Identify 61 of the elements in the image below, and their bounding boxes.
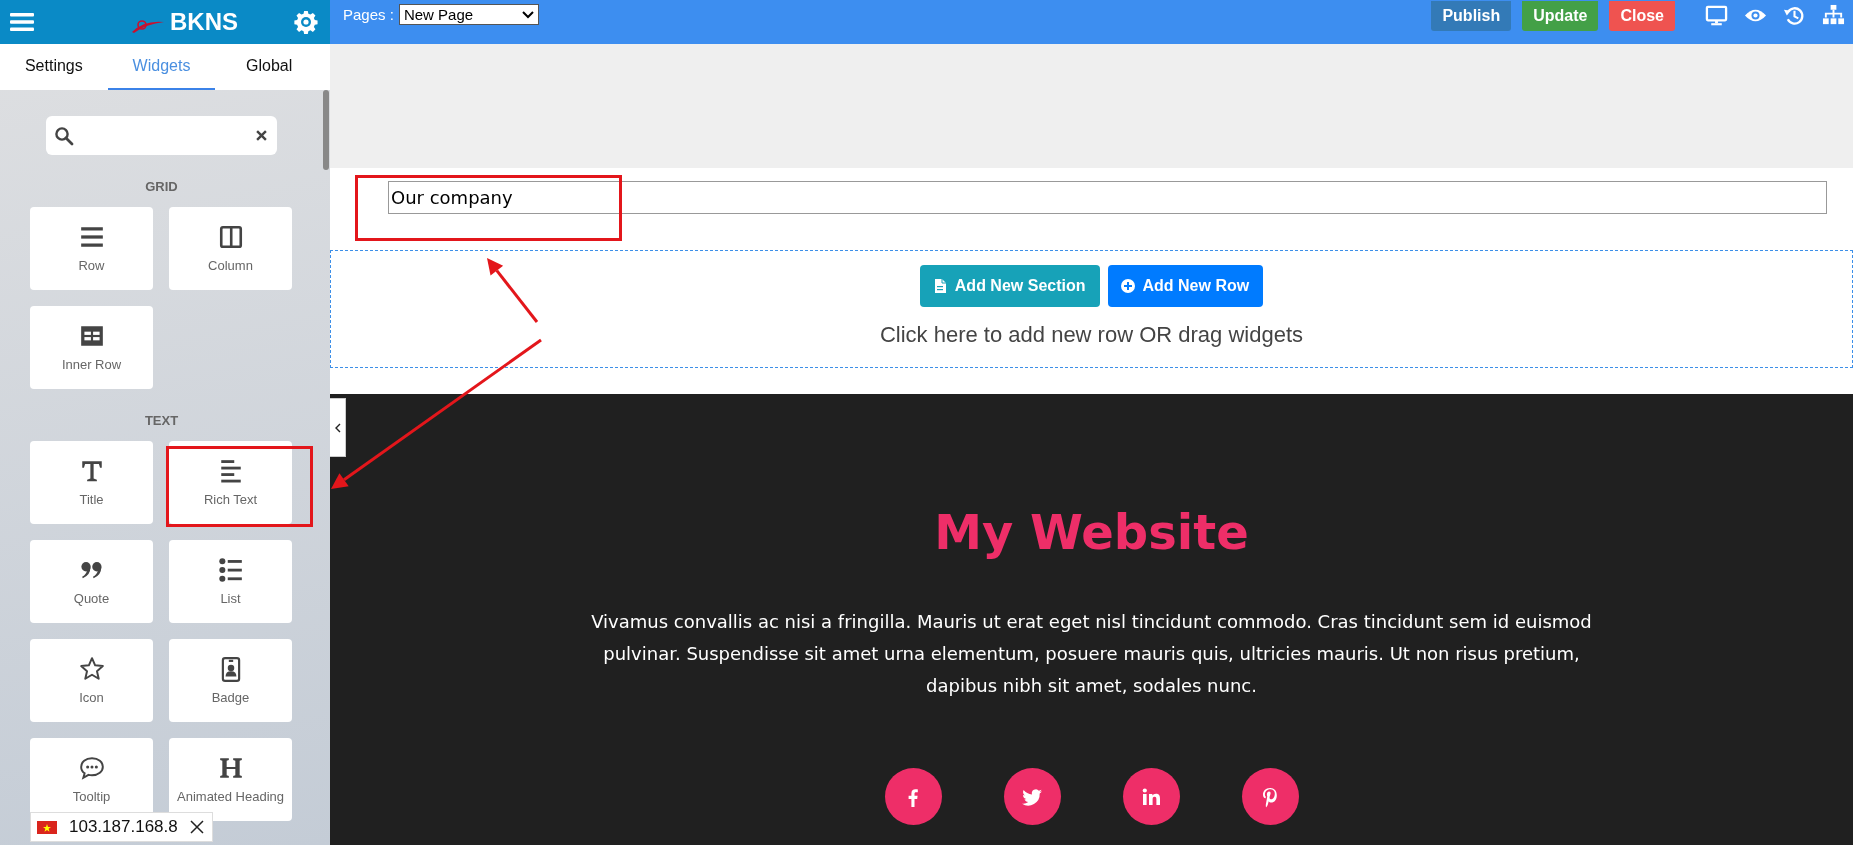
widget-card[interactable]: Rich Text <box>169 441 292 524</box>
pages-label: Pages : <box>343 6 394 23</box>
widget-label: Rich Text <box>203 492 258 507</box>
widget-label: Tooltip <box>72 789 111 804</box>
collapse-handle[interactable] <box>330 398 346 457</box>
widget-card[interactable]: Row <box>30 207 153 290</box>
clear-icon[interactable] <box>256 130 267 141</box>
desktop-icon[interactable] <box>1705 4 1728 27</box>
widget-label: Badge <box>211 690 250 705</box>
column-icon <box>217 224 244 250</box>
publish-button[interactable]: Publish <box>1431 0 1512 31</box>
drop-zone[interactable]: Add New Section Add New Row Click here to add new row OR drag widgets <box>330 250 1853 368</box>
close-button[interactable]: Close <box>1609 0 1675 31</box>
plus-icon <box>1119 278 1136 294</box>
animated-heading-icon <box>217 755 244 781</box>
update-button[interactable]: Update <box>1522 0 1599 31</box>
sitemap-icon[interactable] <box>1822 4 1845 27</box>
widget-card[interactable]: Animated Heading <box>169 738 292 821</box>
flag-icon <box>37 820 57 834</box>
widget-card[interactable]: List <box>169 540 292 623</box>
add-row-button[interactable]: Add New Row <box>1107 265 1264 307</box>
widget-card[interactable]: Title <box>30 441 153 524</box>
social-link[interactable] <box>884 768 942 825</box>
widget-card[interactable]: Quote <box>30 540 153 623</box>
title-field[interactable]: Our company <box>388 181 1827 214</box>
social-link[interactable] <box>1003 768 1061 825</box>
arrow <box>487 258 539 323</box>
widget-label: Column <box>208 258 253 273</box>
drop-hint: Click here to add new row OR drag widgets <box>879 322 1304 348</box>
section-heading: TEXT <box>143 413 180 428</box>
social-link[interactable] <box>1241 768 1299 825</box>
caret-icon <box>521 10 534 19</box>
inner-row-icon <box>78 323 105 349</box>
widget-label: Title <box>79 492 104 507</box>
widget-label: Icon <box>79 690 104 705</box>
section-heading: GRID <box>144 179 179 194</box>
close-icon[interactable] <box>189 820 204 834</box>
widget-label: List <box>220 591 241 606</box>
widget-label: Inner Row <box>61 357 122 372</box>
widget-card[interactable]: Badge <box>169 639 292 722</box>
scrollbar[interactable] <box>323 90 329 170</box>
chevron-icon <box>334 422 341 433</box>
list-icon <box>217 557 244 583</box>
page-select[interactable]: New Page <box>398 4 539 25</box>
row-icon <box>78 224 105 250</box>
social-link[interactable] <box>1122 768 1180 825</box>
widget-card[interactable]: Column <box>169 207 292 290</box>
widget-label: Row <box>78 258 105 273</box>
settings-icon[interactable] <box>294 10 318 34</box>
widget-label: Quote <box>73 591 110 606</box>
footer-text: Vivamus convallis ac nisi a fringilla. Mauris ut erat eget nisl tincidunt commodo. Cras tincidunt sem id euismod pulvinar. Suspendisse sit amet urna elementum, posuere mauris quis, ultricies mauris. Ut non risus pretium, dapibus nibh sit amet, sodales nunc. <box>590 610 1593 698</box>
search-field[interactable] <box>46 116 277 155</box>
widget-label: Animated Heading <box>177 789 284 804</box>
widget-card[interactable]: Inner Row <box>30 306 153 389</box>
brand-name: BKNS <box>170 8 238 36</box>
history-icon[interactable] <box>1783 4 1806 27</box>
widget-card[interactable]: Icon <box>30 639 153 722</box>
search-icon <box>54 125 74 146</box>
menu-icon[interactable] <box>10 12 34 32</box>
footer-title: My Website <box>934 504 1249 560</box>
tooltip-icon <box>78 755 105 781</box>
